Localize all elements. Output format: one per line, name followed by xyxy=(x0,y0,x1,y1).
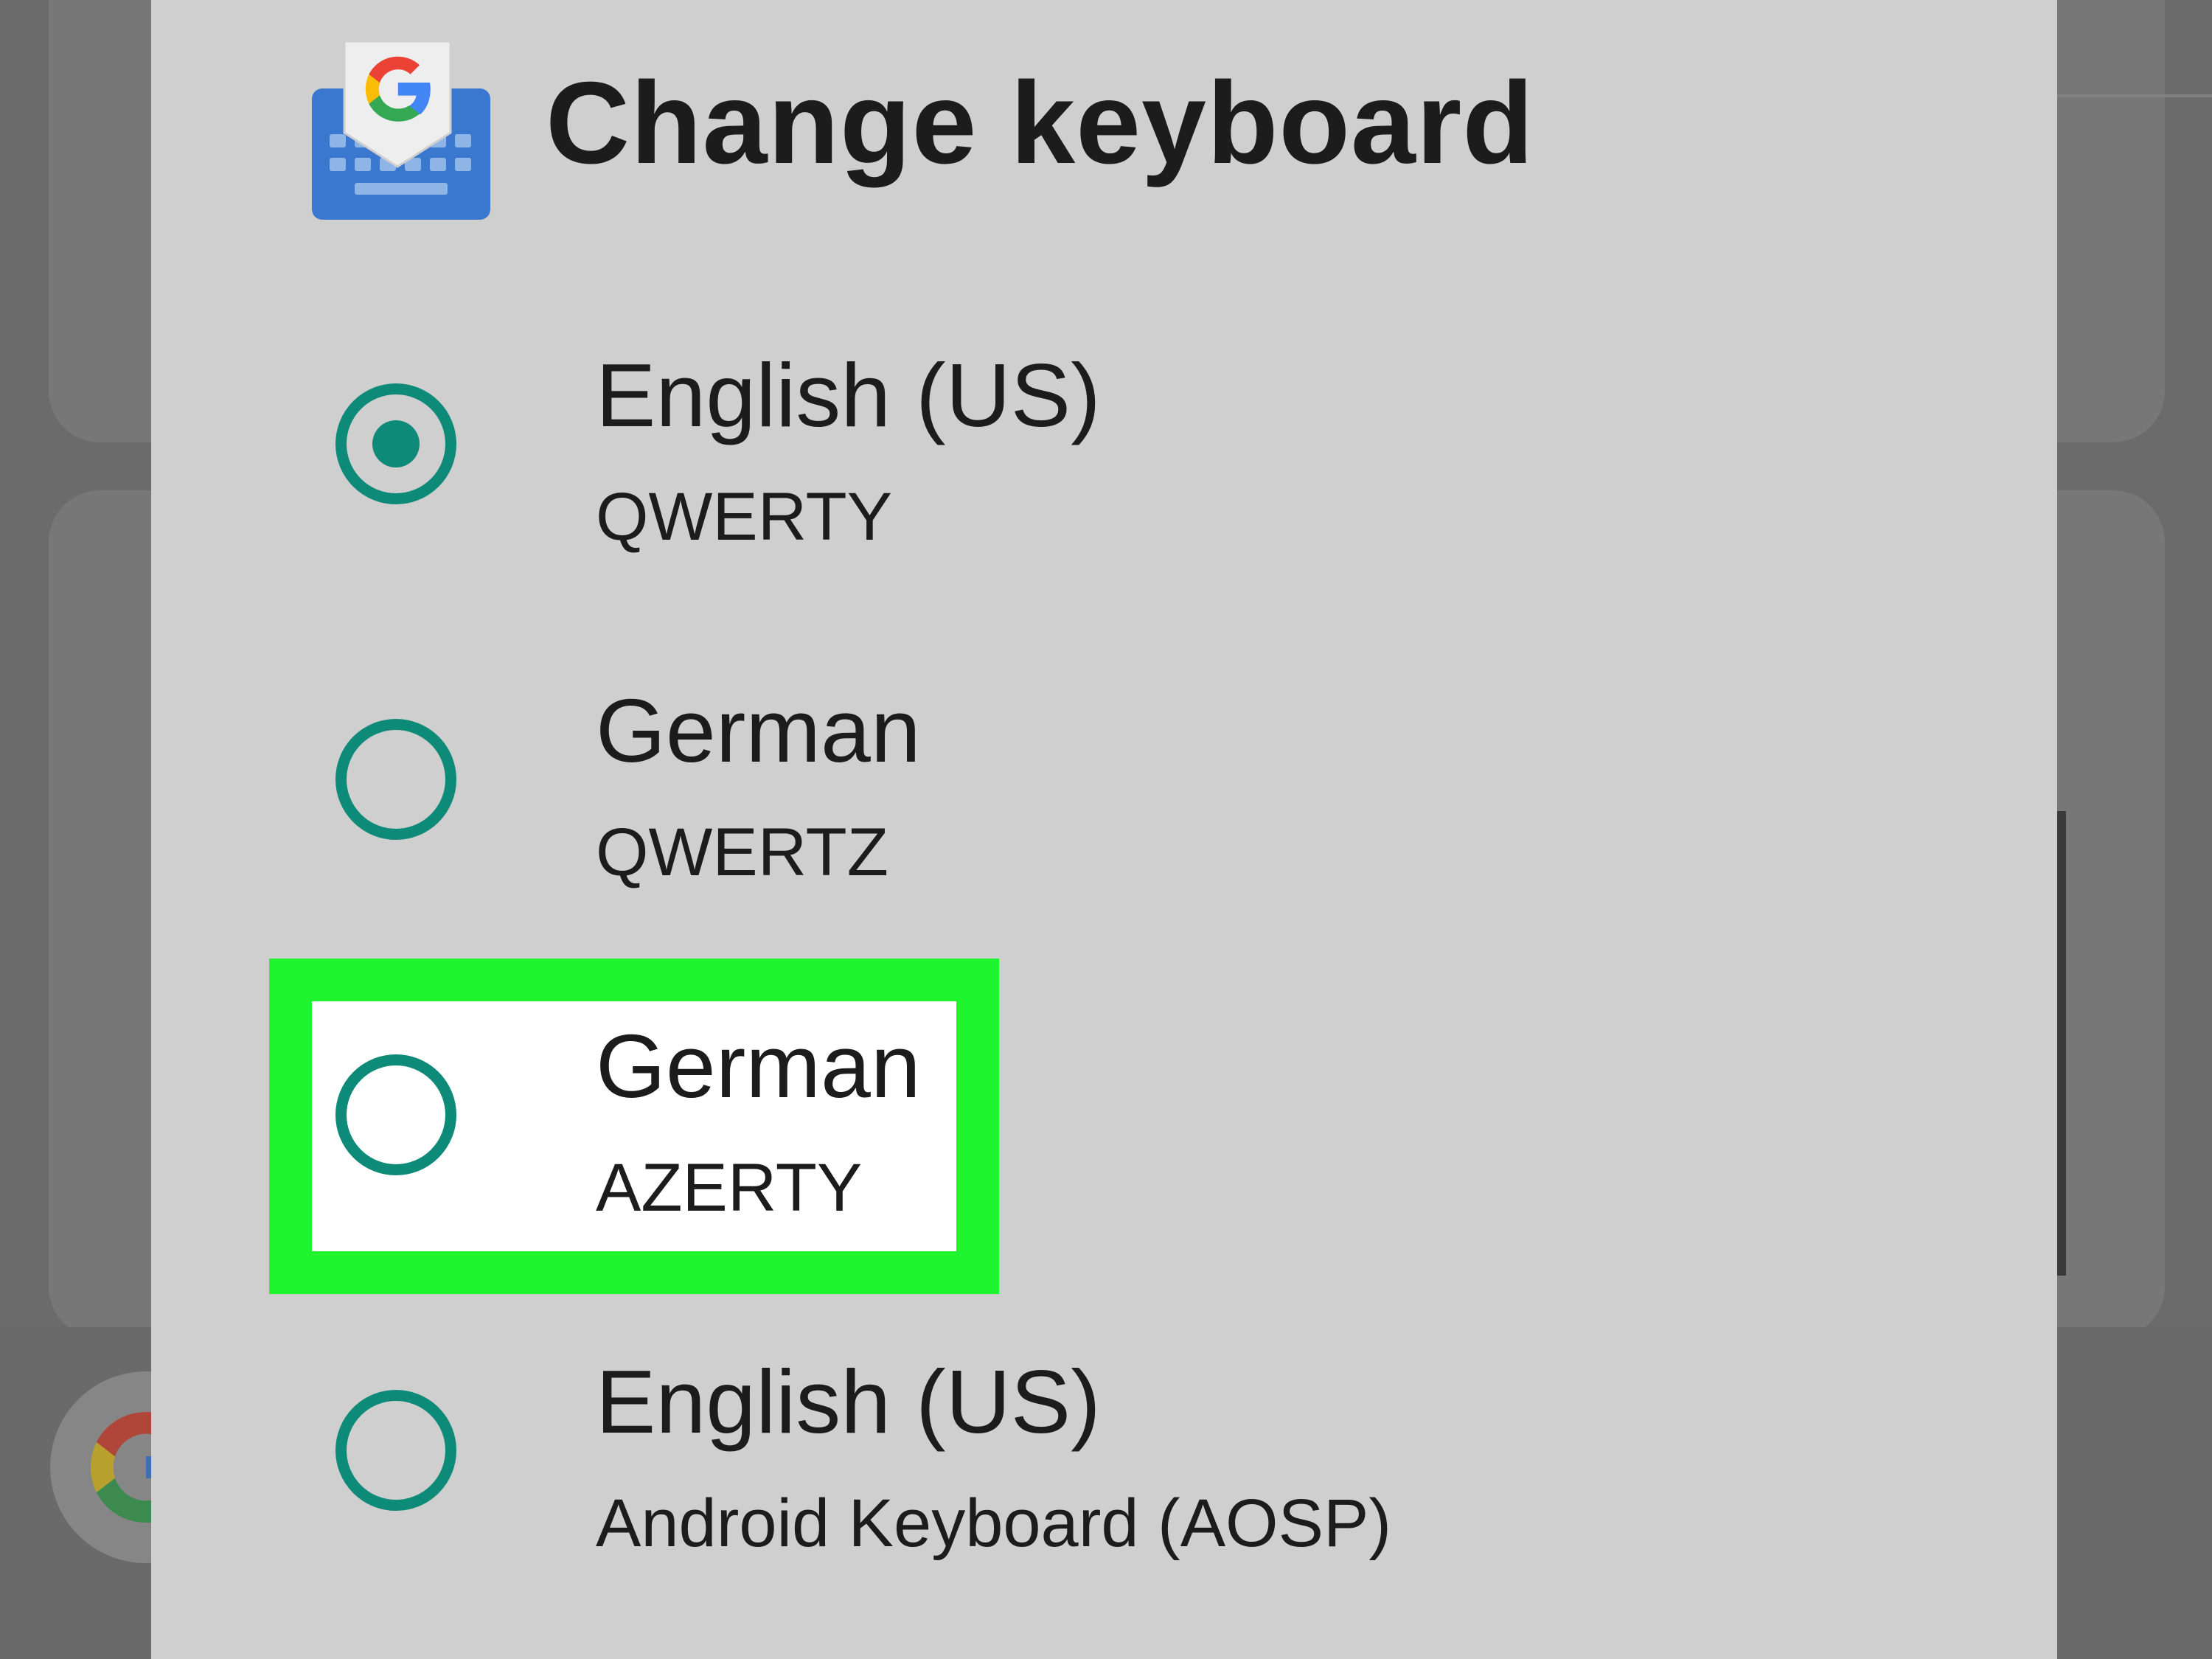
option-language: English (US) xyxy=(596,1352,1101,1452)
option-layout: AZERTY xyxy=(596,1150,863,1225)
option-layout: QWERTZ xyxy=(596,815,888,890)
option-language: English (US) xyxy=(596,345,1101,445)
dialog-title: Change keyboard xyxy=(546,58,1534,188)
keyboard-option-german-azerty[interactable]: German AZERTY xyxy=(151,959,2057,1294)
option-language: German xyxy=(596,681,921,781)
keyboard-option-english-aosp[interactable]: English (US) Android Keyboard (AOSP) xyxy=(151,1294,2057,1630)
gboard-icon xyxy=(306,37,498,229)
background-edge xyxy=(2057,811,2066,1276)
radio-button-selected[interactable] xyxy=(335,383,456,504)
keyboard-option-german-qwertz[interactable]: German QWERTZ xyxy=(151,623,2057,959)
option-layout: Android Keyboard (AOSP) xyxy=(596,1486,1391,1561)
change-keyboard-dialog: Change keyboard English (US) QWERTY Germ… xyxy=(151,0,2057,1659)
background-divider xyxy=(2057,94,2212,97)
radio-button[interactable] xyxy=(335,1390,456,1511)
keyboard-option-english-qwerty[interactable]: English (US) QWERTY xyxy=(151,288,2057,623)
option-language: German xyxy=(596,1016,921,1116)
radio-button[interactable] xyxy=(335,719,456,840)
radio-button[interactable] xyxy=(335,1054,456,1175)
radio-selected-dot xyxy=(372,420,420,467)
option-layout: QWERTY xyxy=(596,479,893,554)
